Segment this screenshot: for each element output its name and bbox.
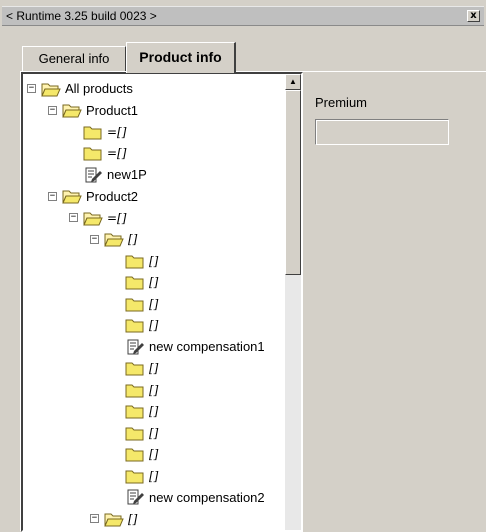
- tree-node-label: =[]: [107, 211, 126, 225]
- tree-node-label: []: [149, 254, 158, 268]
- tree-node-label: new compensation2: [149, 490, 265, 505]
- scroll-up-button[interactable]: ▲: [285, 74, 301, 90]
- tree-node[interactable]: []: [23, 379, 285, 401]
- tree-node-label: Product1: [86, 103, 138, 118]
- folder-icon: [125, 296, 145, 312]
- premium-label: Premium: [315, 95, 367, 110]
- window-title: < Runtime 3.25 build 0023 >: [6, 9, 157, 23]
- tab-general-info[interactable]: General info: [22, 46, 126, 72]
- tab-panel: −All products−Product1=[]=[]new1P−Produc…: [20, 71, 486, 531]
- tree-node-label: []: [149, 383, 158, 397]
- tree-node[interactable]: − =[]: [23, 207, 285, 229]
- tree-node-label: All products: [65, 81, 133, 96]
- folder-open-icon: [62, 102, 82, 118]
- product-tree[interactable]: −All products−Product1=[]=[]new1P−Produc…: [21, 72, 303, 532]
- premium-field[interactable]: [315, 119, 449, 145]
- title-bar: < Runtime 3.25 build 0023 > x: [2, 6, 484, 26]
- tree-node[interactable]: []: [23, 465, 285, 487]
- scroll-thumb[interactable]: [285, 90, 301, 275]
- tree-node-label: []: [149, 426, 158, 440]
- tree-node-label: new1P: [107, 167, 147, 182]
- tree-node-label: []: [149, 361, 158, 375]
- folder-open-icon: [41, 81, 61, 97]
- collapse-toggle[interactable]: −: [90, 235, 99, 244]
- tree-node[interactable]: []: [23, 444, 285, 466]
- tree-node[interactable]: new compensation1: [23, 336, 285, 358]
- app-window: < Runtime 3.25 build 0023 > x General in…: [0, 0, 486, 531]
- folder-open-icon: [83, 210, 103, 226]
- folder-icon: [125, 468, 145, 484]
- collapse-toggle[interactable]: −: [69, 213, 78, 222]
- tree-node[interactable]: − All products: [23, 78, 285, 100]
- tree-node[interactable]: − Product2: [23, 186, 285, 208]
- folder-icon: [125, 317, 145, 333]
- collapse-toggle[interactable]: −: [27, 84, 36, 93]
- document-edit-icon: [125, 489, 145, 505]
- folder-icon: [125, 360, 145, 376]
- folder-icon: [83, 124, 103, 140]
- folder-open-icon: [62, 188, 82, 204]
- tree-node[interactable]: []: [23, 358, 285, 380]
- folder-open-icon: [104, 511, 124, 527]
- folder-icon: [125, 425, 145, 441]
- tree-node-label: []: [128, 512, 137, 526]
- tree-list: −All products−Product1=[]=[]new1P−Produc…: [23, 78, 285, 532]
- close-button[interactable]: x: [467, 10, 480, 22]
- tree-node[interactable]: []: [23, 422, 285, 444]
- tree-node[interactable]: =[]: [23, 143, 285, 165]
- document-edit-icon: [83, 167, 103, 183]
- tree-node-label: new compensation1: [149, 339, 265, 354]
- folder-icon: [83, 145, 103, 161]
- tree-node-label: []: [149, 447, 158, 461]
- tab-product-info[interactable]: Product info: [126, 42, 236, 73]
- tree-node[interactable]: =[]: [23, 121, 285, 143]
- tree-node-label: []: [149, 404, 158, 418]
- folder-icon: [125, 446, 145, 462]
- collapse-toggle[interactable]: −: [48, 192, 57, 201]
- folder-icon: [125, 382, 145, 398]
- tree-node-label: Product2: [86, 189, 138, 204]
- tree-node[interactable]: − Product1: [23, 100, 285, 122]
- collapse-toggle[interactable]: −: [90, 514, 99, 523]
- tree-node[interactable]: new compensation2: [23, 487, 285, 509]
- tree-node-label: []: [149, 275, 158, 289]
- tree-node[interactable]: − []: [23, 229, 285, 251]
- collapse-toggle[interactable]: −: [48, 106, 57, 115]
- tree-node-label: []: [149, 469, 158, 483]
- folder-open-icon: [104, 231, 124, 247]
- tree-node[interactable]: − []: [23, 508, 285, 530]
- tree-scrollbar[interactable]: ▲: [285, 74, 301, 530]
- folder-icon: [125, 403, 145, 419]
- tree-node[interactable]: []: [23, 315, 285, 337]
- tree-node[interactable]: []: [23, 250, 285, 272]
- tree-node-label: []: [128, 232, 137, 246]
- tree-node-label: []: [149, 297, 158, 311]
- tree-node-label: =[]: [107, 146, 126, 160]
- tree-node[interactable]: []: [23, 293, 285, 315]
- tree-node-label: []: [149, 318, 158, 332]
- document-edit-icon: [125, 339, 145, 355]
- tree-node[interactable]: []: [23, 272, 285, 294]
- folder-icon: [125, 274, 145, 290]
- tree-node-label: =[]: [107, 125, 126, 139]
- folder-icon: [125, 253, 145, 269]
- tree-node[interactable]: []: [23, 401, 285, 423]
- tree-node[interactable]: new1P: [23, 164, 285, 186]
